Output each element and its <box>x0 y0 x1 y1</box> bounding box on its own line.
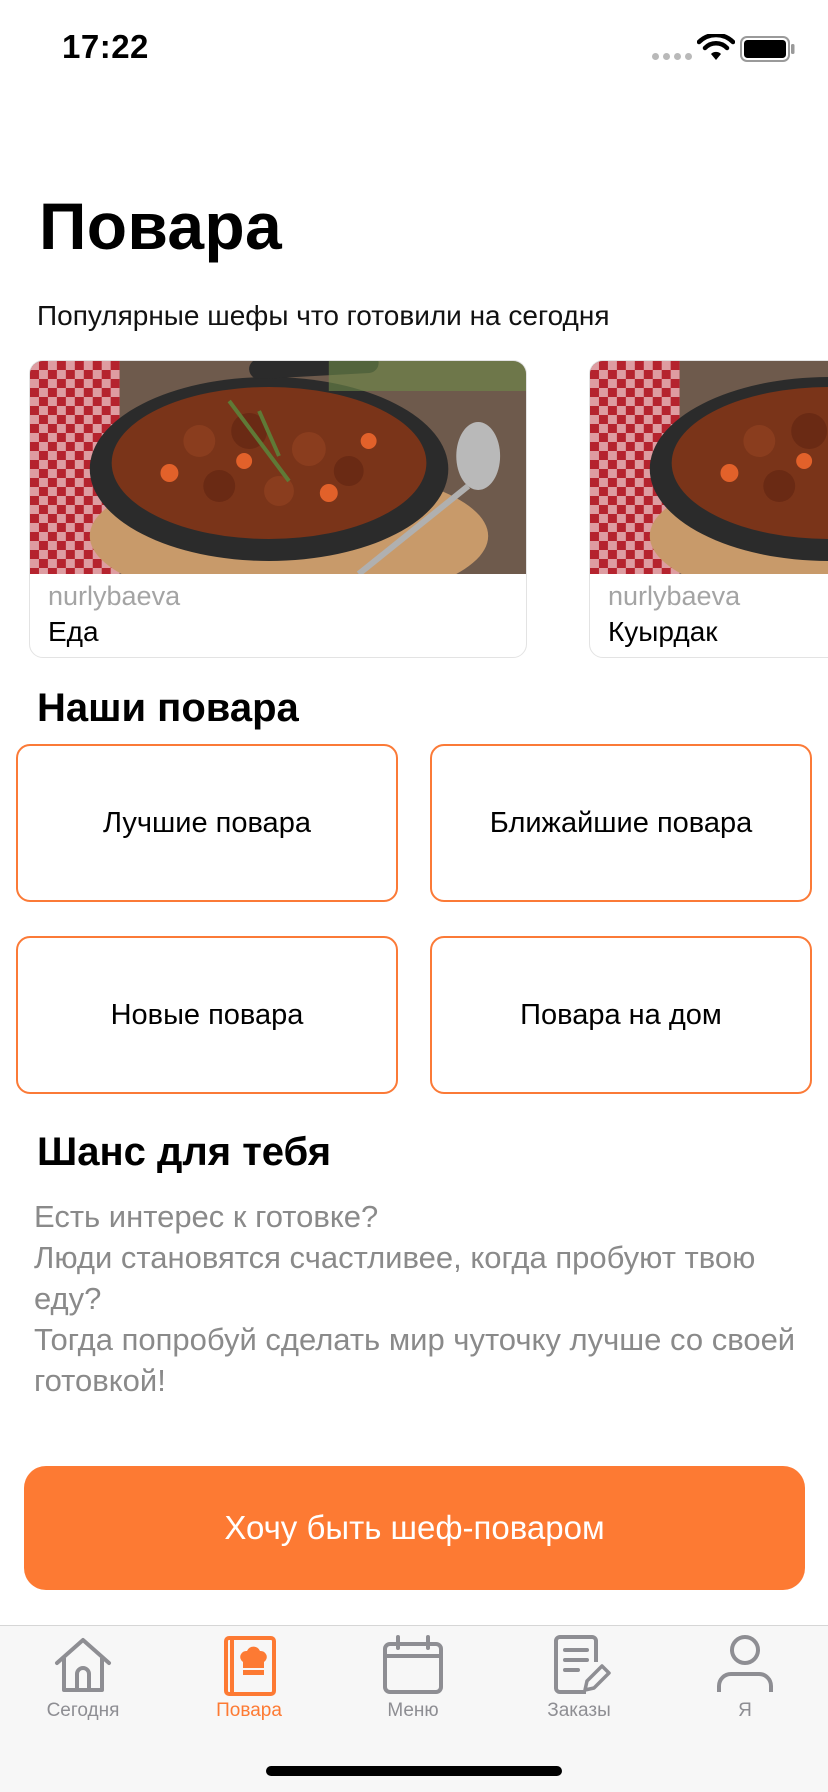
calendar-icon <box>383 1635 443 1694</box>
chef-book-icon <box>224 1636 276 1696</box>
home-indicator <box>266 1766 562 1776</box>
chance-text: Есть интерес к готовке? Люди становятся … <box>34 1199 796 1398</box>
tab-label: Сегодня <box>46 1700 120 1721</box>
tab-chefs[interactable]: Повара <box>166 1632 332 1742</box>
our-chefs-title: Наши повара <box>37 686 299 730</box>
dish-author: nurlybaeva <box>48 581 181 611</box>
tab-label: Повара <box>216 1700 282 1721</box>
best-chefs-button[interactable]: Лучшие повара <box>16 744 398 902</box>
dish-name: Еда <box>48 616 99 647</box>
become-chef-button[interactable]: Хочу быть шеф-поваром <box>24 1466 805 1590</box>
dish-card[interactable]: nurlybaeva Куырдак <box>589 360 828 658</box>
new-chefs-button[interactable]: Новые повара <box>16 936 398 1094</box>
dish-author: nurlybaeva <box>608 581 741 611</box>
tab-label: Меню <box>387 1700 439 1721</box>
status-time: 17:22 <box>62 28 149 65</box>
nearby-chefs-button[interactable]: Ближайшие повара <box>430 744 812 902</box>
popular-dishes-carousel[interactable]: nurlybaeva Еда nurlybaeva Куырдак <box>0 360 828 660</box>
tab-orders[interactable]: Заказы <box>496 1632 662 1742</box>
tab-label: Я <box>738 1700 752 1721</box>
signal-icon <box>652 53 692 60</box>
dish-card[interactable]: nurlybaeva Еда <box>29 360 527 658</box>
wifi-icon <box>697 34 735 60</box>
tab-menu[interactable]: Меню <box>330 1632 496 1742</box>
tab-label: Заказы <box>547 1700 611 1721</box>
chance-title: Шанс для тебя <box>37 1130 332 1174</box>
page-subtitle: Популярные шефы что готовили на сегодня <box>37 300 610 331</box>
tab-today[interactable]: Сегодня <box>0 1632 166 1742</box>
page-title: Повара <box>39 189 282 263</box>
home-icon <box>55 1638 111 1692</box>
battery-icon <box>740 36 795 62</box>
chance-description: Есть интерес к готовке? Люди становятся … <box>34 1196 804 1401</box>
status-bar: 17:22 <box>0 0 828 100</box>
home-chefs-button[interactable]: Повара на дом <box>430 936 812 1094</box>
tab-me[interactable]: Я <box>662 1632 828 1742</box>
dish-photo <box>590 361 828 574</box>
dish-name: Куырдак <box>608 616 718 647</box>
order-edit-icon <box>554 1635 611 1694</box>
person-icon <box>717 1635 773 1692</box>
dish-photo <box>30 361 526 574</box>
